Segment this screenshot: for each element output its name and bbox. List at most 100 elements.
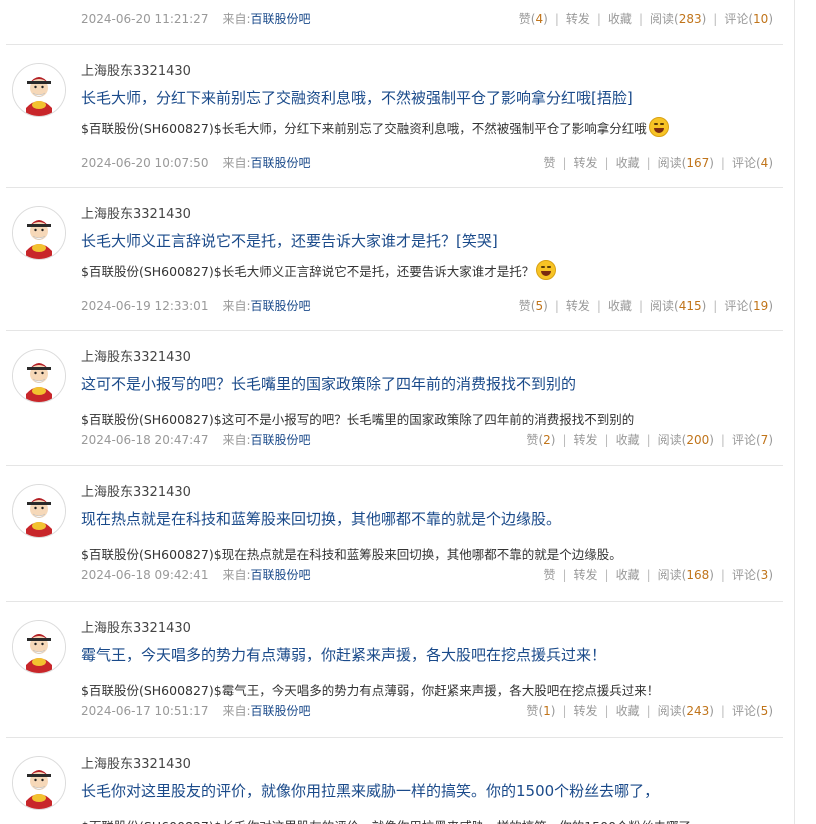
source-forum-link[interactable]: 百联股份吧 <box>251 12 311 26</box>
favorite-button[interactable]: 收藏 <box>608 12 632 26</box>
post-author[interactable]: 上海股东3321430 <box>81 203 191 222</box>
avatar[interactable] <box>12 206 66 260</box>
post-author[interactable]: 上海股东3321430 <box>81 481 191 500</box>
post-title-link[interactable]: 这可不是小报写的吧？长毛嘴里的国家政策除了四年前的消费报找不到别的 <box>81 373 576 394</box>
paren: ) <box>768 568 773 582</box>
repost-button[interactable]: 转发 <box>574 156 598 170</box>
comment-button[interactable]: 评论(7) <box>732 433 773 447</box>
divider: | <box>554 12 559 26</box>
divider: | <box>554 299 559 313</box>
avatar-figure-icon <box>13 621 65 673</box>
like-button-label: 赞 <box>518 12 531 26</box>
like-button[interactable]: 赞 <box>543 568 555 582</box>
read-count-label: 阅读 <box>657 156 682 170</box>
favorite-button[interactable]: 收藏 <box>616 568 640 582</box>
like-button-label: 赞 <box>526 704 539 718</box>
read-count[interactable]: 阅读(415) <box>650 299 706 313</box>
avatar[interactable] <box>12 484 66 538</box>
divider: | <box>604 704 609 718</box>
favorite-button-label: 收藏 <box>607 12 632 26</box>
read-count[interactable]: 阅读(283) <box>650 12 706 26</box>
paren: ) <box>709 156 714 170</box>
read-count[interactable]: 阅读(167) <box>658 156 714 170</box>
post-title-link[interactable]: 长毛大师义正言辞说它不是托，还要告诉大家谁才是托？[笑哭] <box>81 230 498 251</box>
divider: | <box>604 156 609 170</box>
comment-button-count: 19 <box>753 299 769 313</box>
like-button[interactable]: 赞(1) <box>526 704 555 718</box>
post-timestamp: 2024-06-18 20:47:47 <box>81 433 209 447</box>
avatar[interactable] <box>12 63 66 117</box>
repost-button[interactable]: 转发 <box>574 568 598 582</box>
avatar[interactable] <box>12 756 66 810</box>
paren: ) <box>701 12 707 26</box>
post-timestamp: 2024-06-19 12:33:01 <box>81 299 209 313</box>
repost-button[interactable]: 转发 <box>574 704 598 718</box>
favorite-button[interactable]: 收藏 <box>608 299 632 313</box>
favorite-button-label: 收藏 <box>607 299 632 313</box>
like-button-count: 4 <box>535 12 544 26</box>
comment-button-label: 评论 <box>731 568 756 582</box>
source-label: 来自: <box>222 12 251 26</box>
source-forum-link[interactable]: 百联股份吧 <box>251 704 311 718</box>
like-button[interactable]: 赞(2) <box>526 433 555 447</box>
like-button[interactable]: 赞 <box>543 156 555 170</box>
post-timestamp: 2024-06-18 09:42:41 <box>81 568 209 582</box>
repost-button[interactable]: 转发 <box>566 299 590 313</box>
repost-button-label: 转发 <box>573 156 598 170</box>
divider: | <box>646 433 651 447</box>
post-body: $百联股份(SH600827)$长毛你对这里股友的评价，就像你用拉黑来威胁一样的… <box>81 816 704 824</box>
favorite-button-label: 收藏 <box>615 156 640 170</box>
read-count-count: 200 <box>686 433 710 447</box>
comment-button[interactable]: 评论(19) <box>724 299 773 313</box>
comment-button[interactable]: 评论(5) <box>732 704 773 718</box>
source-forum-link[interactable]: 百联股份吧 <box>251 156 311 170</box>
paren: ) <box>543 12 548 26</box>
post-title-link[interactable]: 现在热点就是在科技和蓝筹股来回切换，其他哪都不靠的就是个边缘股。 <box>81 508 561 529</box>
favorite-button-label: 收藏 <box>615 433 640 447</box>
read-count-label: 阅读 <box>657 704 682 718</box>
comment-button[interactable]: 评论(3) <box>732 568 773 582</box>
post-body-text: $百联股份(SH600827)$现在热点就是在科技和蓝筹股来回切换，其他哪都不靠… <box>81 547 622 562</box>
post-title-link[interactable]: 长毛你对这里股友的评价，就像你用拉黑来威胁一样的搞笑。你的1500个粉丝去哪了， <box>81 780 659 801</box>
post-title-link[interactable]: 霉气王，今天唱多的势力有点薄弱，你赶紧来声援，各大股吧在挖点援兵过来！ <box>81 644 606 665</box>
divider: | <box>646 568 651 582</box>
source-forum-link[interactable]: 百联股份吧 <box>251 568 311 582</box>
source-label: 来自: <box>222 299 251 313</box>
comment-button[interactable]: 评论(4) <box>732 156 773 170</box>
post-meta: 2024-06-18 09:42:41 来自:百联股份吧 赞 | 转发 | 收藏 | 阅读(16… <box>81 566 773 583</box>
favorite-button[interactable]: 收藏 <box>616 156 640 170</box>
comment-button-label: 评论 <box>724 299 749 313</box>
avatar[interactable] <box>12 349 66 403</box>
like-button[interactable]: 赞(4) <box>519 12 548 26</box>
read-count[interactable]: 阅读(168) <box>658 568 714 582</box>
post-author[interactable]: 上海股东3321430 <box>81 60 191 79</box>
source-forum-link[interactable]: 百联股份吧 <box>251 433 311 447</box>
divider: | <box>562 156 567 170</box>
post-author[interactable]: 上海股东3321430 <box>81 753 191 772</box>
read-count-count: 283 <box>678 12 702 26</box>
post-item: 上海股东3321430 现在热点就是在科技和蓝筹股来回切换，其他哪都不靠的就是个边… <box>6 466 783 602</box>
post-author[interactable]: 上海股东3321430 <box>81 617 191 636</box>
source-label: 来自: <box>222 704 251 718</box>
read-count[interactable]: 阅读(200) <box>658 433 714 447</box>
like-button[interactable]: 赞(5) <box>519 299 548 313</box>
post-body-text: $百联股份(SH600827)$这可不是小报写的吧？长毛嘴里的国家政策除了四年前… <box>81 412 635 427</box>
repost-button[interactable]: 转发 <box>566 12 590 26</box>
favorite-button[interactable]: 收藏 <box>616 704 640 718</box>
post-body: $百联股份(SH600827)$霉气王，今天唱多的势力有点薄弱，你赶紧来声援，各… <box>81 680 659 699</box>
facepalm-emoji-icon <box>648 117 669 137</box>
source-forum-link[interactable]: 百联股份吧 <box>251 299 311 313</box>
read-count[interactable]: 阅读(243) <box>658 704 714 718</box>
source-label: 来自: <box>222 156 251 170</box>
divider: | <box>713 299 718 313</box>
post-timestamp: 2024-06-20 11:21:27 <box>81 12 209 26</box>
post-title-link[interactable]: 长毛大师，分红下来前别忘了交融资利息哦，不然被强制平仓了影响拿分红哦[捂脸] <box>81 87 633 108</box>
source-label: 来自: <box>222 433 251 447</box>
avatar[interactable] <box>12 620 66 674</box>
post-author[interactable]: 上海股东3321430 <box>81 346 191 365</box>
divider: | <box>604 433 609 447</box>
favorite-button[interactable]: 收藏 <box>616 433 640 447</box>
avatar-figure-icon <box>13 485 65 537</box>
comment-button[interactable]: 评论(10) <box>724 12 773 26</box>
repost-button[interactable]: 转发 <box>574 433 598 447</box>
